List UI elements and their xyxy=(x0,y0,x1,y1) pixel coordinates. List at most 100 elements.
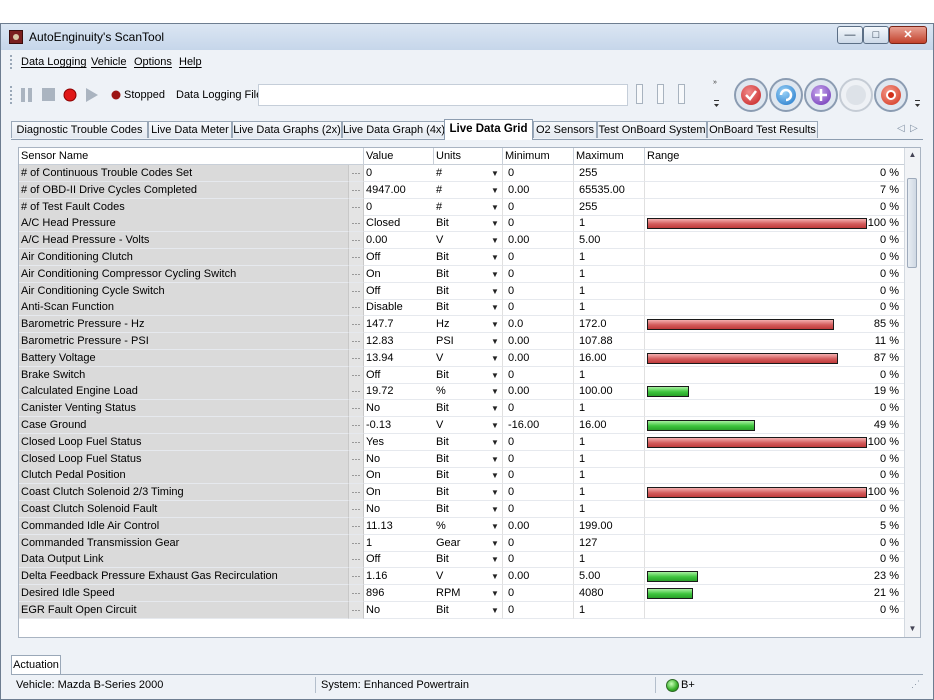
units-dropdown-icon[interactable]: ▼ xyxy=(488,501,503,518)
tab-scroll-left-icon[interactable]: ◁ xyxy=(897,123,905,134)
units-dropdown-icon[interactable]: ▼ xyxy=(488,467,503,485)
table-row[interactable]: Delta Feedback Pressure Exhaust Gas Reci… xyxy=(19,568,905,586)
connect-button[interactable] xyxy=(804,78,838,112)
scroll-thumb[interactable] xyxy=(907,178,917,268)
table-row[interactable]: Barometric Pressure - Hz ··· 147.7 Hz ▼ 0.0 17… xyxy=(19,316,905,334)
table-row[interactable]: Air Conditioning Compressor Cycling Swit… xyxy=(19,265,905,283)
ellipsis-button[interactable]: ··· xyxy=(349,484,364,502)
ellipsis-button[interactable]: ··· xyxy=(349,232,364,250)
exit-button[interactable] xyxy=(874,78,908,112)
ellipsis-button[interactable]: ··· xyxy=(349,450,364,468)
minimize-button[interactable]: — xyxy=(837,26,863,44)
table-row[interactable]: Data Output Link ··· Off Bit ▼ 0 1 0 % xyxy=(19,551,905,569)
table-row[interactable]: Commanded Transmission Gear ··· 1 Gear ▼ 0 127… xyxy=(19,534,905,552)
ellipsis-button[interactable]: ··· xyxy=(349,467,364,485)
table-row[interactable]: A/C Head Pressure ··· Closed Bit ▼ 0 1 100 % xyxy=(19,215,905,233)
table-row[interactable]: # of OBD-II Drive Cycles Completed ··· 494… xyxy=(19,181,905,199)
check-button[interactable] xyxy=(734,78,768,112)
header-range[interactable]: Range xyxy=(645,148,905,164)
ellipsis-button[interactable]: ··· xyxy=(349,249,364,266)
tab-live-data-meter[interactable]: Live Data Meter xyxy=(148,121,232,138)
menu-vehicle[interactable]: Vehicle xyxy=(91,56,126,68)
units-dropdown-icon[interactable]: ▼ xyxy=(488,165,503,182)
ellipsis-button[interactable]: ··· xyxy=(349,349,364,367)
vertical-scrollbar[interactable]: ▲ ▼ xyxy=(904,148,920,637)
ellipsis-button[interactable]: ··· xyxy=(349,585,364,602)
table-row[interactable]: Air Conditioning Cycle Switch ··· Off Bit ▼ 0… xyxy=(19,282,905,300)
units-dropdown-icon[interactable]: ▼ xyxy=(488,417,503,434)
units-dropdown-icon[interactable]: ▼ xyxy=(488,534,503,552)
tab-scroll-right-icon[interactable]: ▷ xyxy=(910,123,918,134)
table-row[interactable]: Clutch Pedal Position ··· On Bit ▼ 0 1 0 % xyxy=(19,467,905,485)
units-dropdown-icon[interactable]: ▼ xyxy=(488,181,503,199)
table-row[interactable]: EGR Fault Open Circuit ··· No Bit ▼ 0 1 0 % xyxy=(19,601,905,619)
ellipsis-button[interactable]: ··· xyxy=(349,417,364,434)
tab-test-onboard-system[interactable]: Test OnBoard System xyxy=(597,121,707,138)
units-dropdown-icon[interactable]: ▼ xyxy=(488,585,503,602)
ellipsis-button[interactable]: ··· xyxy=(349,198,364,216)
ellipsis-button[interactable]: ··· xyxy=(349,601,364,619)
units-dropdown-icon[interactable]: ▼ xyxy=(488,282,503,300)
pause-icon[interactable] xyxy=(21,88,33,102)
units-dropdown-icon[interactable]: ▼ xyxy=(488,232,503,250)
tab-live-data-grid[interactable]: Live Data Grid xyxy=(444,119,533,140)
units-dropdown-icon[interactable]: ▼ xyxy=(488,433,503,451)
table-row[interactable]: Commanded Idle Air Control ··· 11.13% ▼ 0.00… xyxy=(19,517,905,535)
header-maximum[interactable]: Maximum xyxy=(574,148,645,164)
units-dropdown-icon[interactable]: ▼ xyxy=(488,265,503,283)
scroll-down-icon[interactable]: ▼ xyxy=(905,624,920,633)
table-row[interactable]: Closed Loop Fuel Status ··· No Bit ▼ 0 1 0 % xyxy=(19,450,905,468)
ellipsis-button[interactable]: ··· xyxy=(349,568,364,586)
units-dropdown-icon[interactable]: ▼ xyxy=(488,400,503,418)
ellipsis-button[interactable]: ··· xyxy=(349,517,364,535)
table-row[interactable]: Battery Voltage ··· 13.94 V ▼ 0.00 16.00 87 % xyxy=(19,349,905,367)
ellipsis-button[interactable]: ··· xyxy=(349,299,364,317)
units-dropdown-icon[interactable]: ▼ xyxy=(488,366,503,384)
table-row[interactable]: A/C Head Pressure - Volts ··· 0.00 V ▼ 0.00 5.… xyxy=(19,232,905,250)
table-row[interactable]: Case Ground ··· -0.13 V ▼ -16.00 16.00 49 % xyxy=(19,417,905,434)
table-row[interactable]: Coast Clutch Solenoid 2/3 Timing ··· On Bit… xyxy=(19,484,905,502)
table-row[interactable]: Brake Switch ··· Off Bit ▼ 0 1 0 % xyxy=(19,366,905,384)
refresh-button[interactable] xyxy=(769,78,803,112)
ellipsis-button[interactable]: ··· xyxy=(349,333,364,350)
tab-o2-sensors[interactable]: O2 Sensors xyxy=(533,121,597,138)
units-dropdown-icon[interactable]: ▼ xyxy=(488,484,503,502)
header-sensor-name[interactable]: Sensor Name xyxy=(19,148,364,164)
units-dropdown-icon[interactable]: ▼ xyxy=(488,383,503,401)
menu-options[interactable]: Options xyxy=(134,56,172,68)
scroll-up-icon[interactable]: ▲ xyxy=(905,150,920,159)
units-dropdown-icon[interactable]: ▼ xyxy=(488,551,503,569)
table-row[interactable]: Closed Loop Fuel Status ··· Yes Bit ▼ 0 1 100 % xyxy=(19,433,905,451)
table-row[interactable]: Calculated Engine Load ··· 19.72% ▼ 0.00 100.… xyxy=(19,383,905,401)
units-dropdown-icon[interactable]: ▼ xyxy=(488,601,503,619)
ellipsis-button[interactable]: ··· xyxy=(349,501,364,518)
units-dropdown-icon[interactable]: ▼ xyxy=(488,299,503,317)
units-dropdown-icon[interactable]: ▼ xyxy=(488,450,503,468)
ellipsis-button[interactable]: ··· xyxy=(349,181,364,199)
header-value[interactable]: Value xyxy=(364,148,434,164)
toolbar-menu-icon[interactable] xyxy=(914,82,922,112)
table-row[interactable]: Desired Idle Speed ··· 896 RPM ▼ 0 4080 21 % xyxy=(19,585,905,602)
units-dropdown-icon[interactable]: ▼ xyxy=(488,517,503,535)
stop-icon[interactable] xyxy=(42,88,56,102)
units-dropdown-icon[interactable]: ▼ xyxy=(488,349,503,367)
units-dropdown-icon[interactable]: ▼ xyxy=(488,568,503,586)
header-units[interactable]: Units xyxy=(434,148,503,164)
ellipsis-button[interactable]: ··· xyxy=(349,265,364,283)
menu-help[interactable]: Help xyxy=(179,56,202,68)
log-file-field[interactable] xyxy=(258,84,628,106)
units-dropdown-icon[interactable]: ▼ xyxy=(488,215,503,233)
table-row[interactable]: Coast Clutch Solenoid Fault ··· No Bit ▼ 0 1 0 … xyxy=(19,501,905,518)
ellipsis-button[interactable]: ··· xyxy=(349,215,364,233)
units-dropdown-icon[interactable]: ▼ xyxy=(488,249,503,266)
ellipsis-button[interactable]: ··· xyxy=(349,366,364,384)
play-icon[interactable] xyxy=(86,88,98,102)
ellipsis-button[interactable]: ··· xyxy=(349,551,364,569)
units-dropdown-icon[interactable]: ▼ xyxy=(488,316,503,334)
tab-diagnostic-trouble-codes[interactable]: Diagnostic Trouble Codes xyxy=(11,121,148,138)
table-row[interactable]: Air Conditioning Clutch ··· Off Bit ▼ 0 1 0 % xyxy=(19,249,905,266)
maximize-button[interactable]: □ xyxy=(863,26,889,44)
menu-data-logging[interactable]: Data Logging xyxy=(21,56,86,68)
table-row[interactable]: # of Continuous Trouble Codes Set ··· 0 # ▼ 0… xyxy=(19,165,905,182)
tab-actuation[interactable]: Actuation xyxy=(11,655,61,675)
